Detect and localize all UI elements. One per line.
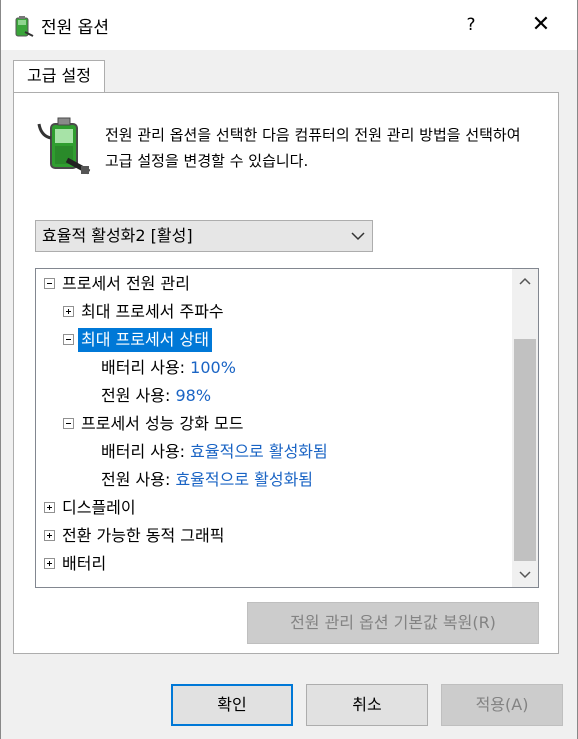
collapse-icon[interactable] — [44, 278, 55, 289]
tree-item-plugged-in-setting[interactable]: 전원 사용: 효율적으로 활성화됨 — [101, 468, 313, 492]
tree-item-label: 전환 가능한 동적 그래픽 — [62, 526, 225, 545]
tree-item-battery-setting[interactable]: 배터리 사용: 효율적으로 활성화됨 — [101, 440, 328, 464]
scroll-up-icon[interactable] — [512, 269, 538, 295]
battery-plug-icon — [37, 117, 91, 175]
apply-button[interactable]: 적용(A) — [441, 684, 563, 726]
expand-icon[interactable] — [44, 502, 55, 513]
tree-item-label: 최대 프로세서 주파수 — [81, 302, 224, 321]
power-plan-select[interactable]: 효율적 활성화2 [활성] — [35, 220, 373, 252]
help-button[interactable]: ? — [451, 5, 491, 45]
scroll-down-icon[interactable] — [512, 561, 538, 587]
tree-item-label: 배터리 — [62, 554, 107, 573]
chevron-down-icon — [351, 232, 365, 241]
ok-button[interactable]: 확인 — [171, 684, 293, 726]
tree-item-label: 최대 프로세서 상태 — [78, 328, 212, 352]
setting-value[interactable]: 효율적으로 활성화됨 — [175, 470, 313, 489]
battery-plug-icon — [15, 16, 34, 37]
setting-label: 배터리 사용: — [101, 358, 186, 377]
tree-scrollbar[interactable] — [512, 269, 538, 587]
tree-item-label: 프로세서 전원 관리 — [62, 274, 190, 293]
tree-item-plugged-in-setting[interactable]: 전원 사용: 98% — [101, 384, 211, 408]
tree-item-label: 프로세서 성능 강화 모드 — [81, 414, 244, 433]
tree-item-battery-setting[interactable]: 배터리 사용: 100% — [101, 356, 236, 380]
window-title: 전원 옵션 — [41, 18, 109, 38]
setting-value[interactable]: 효율적으로 활성화됨 — [190, 442, 328, 461]
collapse-icon[interactable] — [63, 334, 74, 345]
expand-icon[interactable] — [63, 306, 74, 317]
close-button[interactable]: ✕ — [519, 5, 563, 45]
tab-advanced-settings[interactable]: 고급 설정 — [13, 60, 105, 93]
setting-label: 전원 사용: — [101, 470, 171, 489]
power-options-dialog: 전원 옵션 ? ✕ 고급 설정 전원 관리 옵션을 선택한 다음 컴퓨터의 전원… — [0, 0, 578, 739]
expand-icon[interactable] — [44, 558, 55, 569]
collapse-icon[interactable] — [63, 418, 74, 429]
scrollbar-thumb[interactable] — [514, 339, 536, 561]
setting-value[interactable]: 98% — [175, 386, 211, 405]
description-text: 전원 관리 옵션을 선택한 다음 컴퓨터의 전원 관리 방법을 선택하여 고급 … — [105, 126, 521, 170]
restore-defaults-button[interactable]: 전원 관리 옵션 기본값 복원(R) — [247, 602, 539, 644]
settings-tree[interactable]: 프로세서 전원 관리 최대 프로세서 주파수 최대 프로세서 상태 배터리 사용… — [35, 268, 539, 588]
power-plan-value: 효율적 활성화2 [활성] — [42, 226, 193, 245]
tree-item-label: 디스플레이 — [62, 498, 136, 517]
cancel-button[interactable]: 취소 — [306, 684, 428, 726]
setting-label: 전원 사용: — [101, 386, 171, 405]
expand-icon[interactable] — [44, 530, 55, 541]
setting-value[interactable]: 100% — [190, 358, 236, 377]
setting-label: 배터리 사용: — [101, 442, 186, 461]
title-bar: 전원 옵션 ? ✕ — [1, 0, 577, 50]
